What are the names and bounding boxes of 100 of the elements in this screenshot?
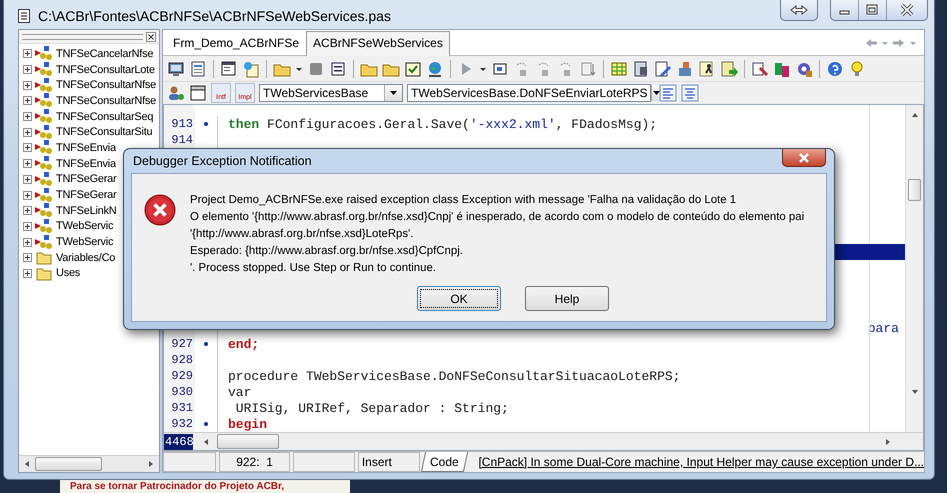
scrollbar-thumb[interactable]	[908, 179, 921, 201]
class-icon	[35, 203, 53, 218]
window-title: C:\ACBr\Fontes\ACBrNFSe\ACBrNFSeWebServices.pas	[38, 8, 391, 24]
dialog-title: Debugger Exception Notification	[133, 154, 312, 168]
view-tab[interactable]: Code	[420, 452, 468, 472]
expand-box-icon[interactable]	[23, 159, 32, 168]
class-icon	[35, 62, 53, 78]
class-icon	[35, 234, 53, 250]
code-line: procedure TWebServicesBase.DoNFSeConsultarSituacaoLoteRPS;	[227, 368, 680, 384]
close-icon[interactable]	[146, 32, 156, 42]
tree-item[interactable]: TNFSeLinkN	[56, 204, 116, 217]
status-message: [CnPack] In some Dual-Core machine, Input Helper may cause exception under D...	[478, 455, 924, 469]
line-number: 929	[170, 368, 194, 384]
checklist-icon[interactable]	[404, 60, 422, 78]
line-number: 927	[170, 336, 194, 352]
window-icon[interactable]	[189, 84, 207, 102]
line-number: 928	[170, 352, 194, 368]
tree-item[interactable]: TNFSeCancelarNfse	[56, 48, 154, 60]
expand-box-icon[interactable]	[23, 238, 32, 247]
editor-tab[interactable]: ACBrNFSeWebServices	[306, 31, 450, 56]
class-icon	[35, 218, 53, 234]
expand-box-icon[interactable]	[23, 80, 32, 90]
editor-tab[interactable]: Frm_Demo_ACBrNFSe	[166, 31, 306, 55]
tree-item[interactable]: TNFSeGerar	[56, 173, 116, 186]
class-icon	[35, 109, 53, 124]
align-left-icon[interactable]	[659, 84, 677, 102]
class-icon	[35, 140, 53, 156]
expand-box-icon[interactable]	[23, 143, 32, 152]
line-number: 930	[170, 384, 194, 400]
document-icon	[18, 9, 30, 23]
expand-box-icon[interactable]	[23, 112, 32, 122]
class-icon	[35, 78, 53, 93]
code-line: begin	[227, 416, 268, 432]
tree-item[interactable]: TNFSeConsultarLote	[56, 64, 155, 76]
window-icon[interactable]	[220, 60, 238, 78]
expand-box-icon[interactable]	[23, 253, 32, 262]
close-button[interactable]	[782, 149, 826, 167]
class-icon	[35, 156, 53, 172]
dialog-button[interactable]: Help	[525, 286, 609, 311]
expand-box-icon[interactable]	[23, 206, 32, 216]
line-number: 931	[170, 400, 194, 416]
folder-icon	[35, 250, 53, 266]
tree-item[interactable]: Uses	[56, 267, 80, 280]
class-icon	[35, 188, 53, 203]
tree-item[interactable]: TWebServic	[56, 236, 114, 248]
expand-box-icon[interactable]	[23, 49, 32, 58]
line-number: 913	[170, 116, 194, 132]
editor-mode: Insert	[362, 455, 392, 469]
class-icon	[35, 124, 53, 140]
code-line: URISig, URIRef, Separador : String;	[234, 400, 509, 416]
align-center-icon[interactable]	[681, 84, 699, 102]
error-message-line: Project Demo_ACBrNFSe.exe raised exception class Exception with message 'Falha na validação do Lote 1	[190, 193, 738, 208]
combo-box-value[interactable]: TWebServicesBase.DoNFSeEnviarLoteRPS	[408, 86, 651, 100]
code-line: then FConfiguracoes.Geral.Save('-xxx2.xml', FDadosMsg);	[227, 116, 658, 132]
class-icon	[35, 93, 53, 108]
background-text: Para se tornar Patrocinador do Projeto ACBr,	[70, 481, 284, 492]
error-message-line: '. Process stopped. Use Step or Run to continue.	[190, 261, 437, 276]
cursor-position: 922: 1	[236, 455, 273, 469]
dropdown-arrow-icon[interactable]	[652, 90, 661, 96]
error-message-line: Esperado: {http://www.abrasf.org.br/nfse.xsd}CpfCnpj.	[190, 244, 464, 259]
monitor-icon[interactable]	[167, 60, 185, 78]
globe-icon[interactable]	[426, 60, 444, 78]
error-message-line: O elemento '{http://www.abrasf.org.br/nfse.xsd}Cnpj' é inesperado, de acordo com o modelo de conteúdo do elemento pai	[190, 210, 804, 225]
list-icon[interactable]	[329, 60, 347, 78]
people-icon[interactable]	[167, 84, 185, 102]
grid-icon[interactable]	[610, 60, 628, 78]
scrollbar-thumb[interactable]	[217, 434, 279, 449]
dialog-button[interactable]: OK	[417, 286, 501, 311]
scrollbar-thumb[interactable]	[35, 457, 102, 471]
document-icon[interactable]	[189, 60, 207, 78]
tree-item[interactable]: TNFSeGerar	[56, 189, 116, 202]
tree-item[interactable]: TWebServic	[56, 220, 114, 232]
help-icon[interactable]	[826, 60, 844, 78]
expand-box-icon[interactable]	[23, 174, 32, 184]
tree-item[interactable]: TNFSeEnvia	[56, 158, 116, 170]
page-arrow-icon[interactable]	[720, 60, 738, 78]
folder-icon	[35, 266, 53, 281]
expand-box-icon[interactable]	[23, 190, 32, 200]
expand-box-icon[interactable]	[23, 222, 32, 231]
tree-item[interactable]: Variables/Co	[56, 252, 116, 264]
expand-box-icon[interactable]	[23, 65, 32, 74]
dropdown-arrow-icon[interactable]	[389, 90, 398, 96]
expand-box-icon[interactable]	[23, 268, 32, 278]
line-number: 932	[170, 416, 194, 432]
pencil-icon[interactable]	[654, 60, 672, 78]
tree-item[interactable]: TNFSeConsultarNfse	[56, 79, 156, 92]
error-message-line: '{http://www.abrasf.org.br/nfse.xsd}LoteRps'.	[190, 227, 414, 242]
tree-item[interactable]: TNFSeEnvia	[56, 142, 116, 154]
class-icon	[35, 46, 53, 62]
tree-item[interactable]: TNFSeConsultarSeq	[56, 110, 154, 123]
expand-box-icon[interactable]	[23, 128, 32, 137]
page-icon[interactable]	[632, 60, 650, 78]
class-icon	[35, 172, 53, 187]
expand-box-icon[interactable]	[23, 96, 32, 106]
tree-item[interactable]: TNFSeConsultarNfse	[56, 94, 156, 107]
tree-item[interactable]: TNFSeConsultarSitu	[56, 126, 152, 138]
code-line: end;	[227, 336, 260, 352]
error-icon	[144, 194, 176, 226]
code-line: var	[227, 384, 252, 400]
new-document-icon[interactable]	[242, 60, 260, 78]
